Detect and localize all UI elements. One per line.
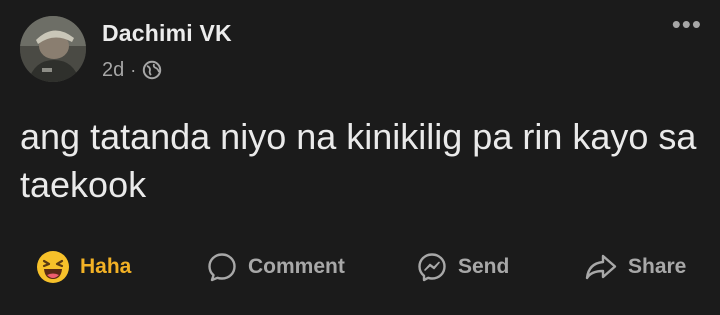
post-meta: 2d · bbox=[102, 56, 162, 84]
share-label: Share bbox=[628, 255, 687, 278]
author-name[interactable]: Dachimi VK bbox=[102, 20, 232, 47]
post-text: ang tatanda niyo na kinikilig pa rin kay… bbox=[20, 116, 697, 205]
meta-separator: · bbox=[130, 59, 137, 80]
post-time[interactable]: 2d bbox=[102, 59, 124, 82]
comment-icon bbox=[206, 251, 238, 283]
post-card: Dachimi VK 2d · ••• ang tatanda niyo na … bbox=[0, 0, 720, 315]
send-button[interactable]: Send bbox=[416, 244, 509, 290]
globe-icon bbox=[142, 60, 162, 80]
share-button[interactable]: Share bbox=[584, 244, 686, 290]
comment-label: Comment bbox=[248, 255, 345, 278]
haha-label: Haha bbox=[80, 255, 132, 278]
avatar-image bbox=[20, 16, 86, 82]
laughing-emoji-icon bbox=[36, 250, 70, 284]
action-bar: Haha Comment Send Share bbox=[0, 244, 720, 290]
comment-button[interactable]: Comment bbox=[206, 244, 345, 290]
messenger-icon bbox=[416, 251, 448, 283]
avatar[interactable] bbox=[20, 16, 86, 82]
share-arrow-icon bbox=[584, 252, 618, 282]
send-label: Send bbox=[458, 255, 510, 278]
haha-reaction-button[interactable]: Haha bbox=[36, 244, 131, 290]
more-options-icon[interactable]: ••• bbox=[672, 11, 702, 37]
